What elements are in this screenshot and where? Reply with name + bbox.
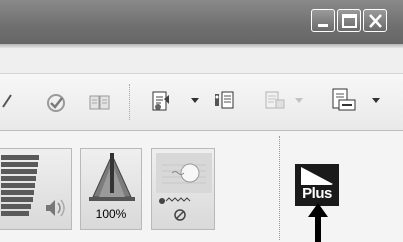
menu-bar xyxy=(0,48,403,74)
volume-control[interactable] xyxy=(0,148,72,230)
pointer-arrow-icon xyxy=(308,203,328,242)
metronome-icon xyxy=(89,153,135,201)
minimize-button[interactable] xyxy=(311,9,335,32)
document-icon[interactable] xyxy=(150,89,172,115)
panel-divider xyxy=(279,136,280,240)
tempo-icon xyxy=(156,153,212,221)
speaker-icon xyxy=(46,199,65,217)
maximize-button[interactable] xyxy=(337,9,361,32)
toolbar-separator xyxy=(129,84,130,120)
application-window: 100% Plus xyxy=(0,0,403,242)
dropdown-arrow-icon[interactable] xyxy=(191,98,199,104)
dropdown-arrow-icon[interactable] xyxy=(372,98,380,104)
maximize-icon xyxy=(342,14,357,28)
partial-arrow-icon[interactable] xyxy=(0,92,16,112)
close-button[interactable] xyxy=(363,9,387,32)
zoom-label: 100% xyxy=(95,207,127,221)
minimize-icon xyxy=(318,24,328,27)
grayed-doc-icon xyxy=(265,91,285,109)
close-icon xyxy=(369,14,382,28)
filing-icon[interactable] xyxy=(212,88,238,114)
book-icon[interactable] xyxy=(88,93,112,113)
dropdown-arrow-disabled-icon xyxy=(295,98,303,103)
tempo-control[interactable] xyxy=(151,148,215,230)
checkmark-icon[interactable] xyxy=(45,92,67,114)
plus-label: Plus xyxy=(302,185,332,202)
zoom-control[interactable]: 100% xyxy=(80,148,142,230)
plus-button[interactable]: Plus xyxy=(295,164,339,206)
export-icon[interactable] xyxy=(329,86,359,116)
